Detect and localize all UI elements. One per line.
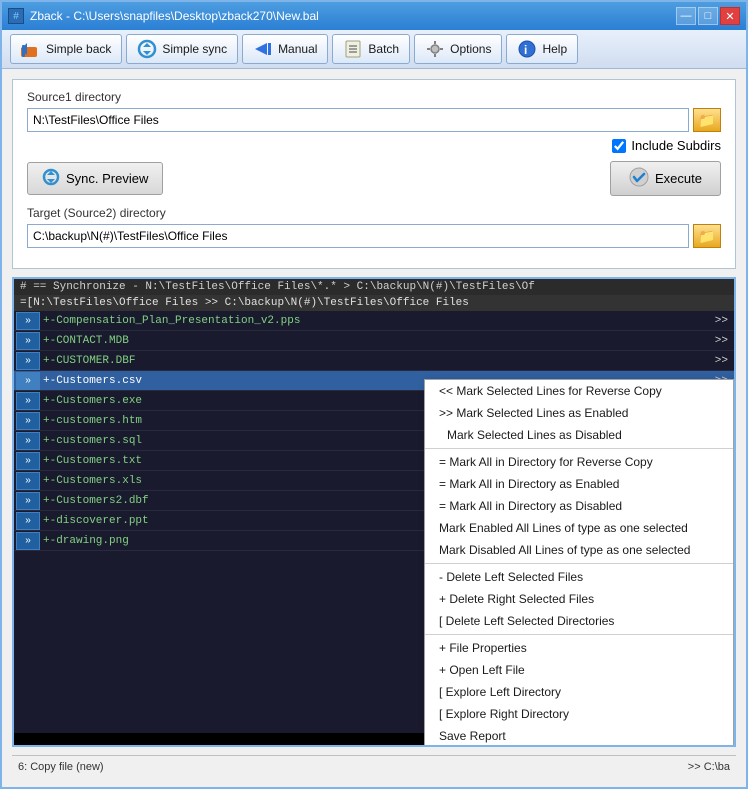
title-bar-left: # Zback - C:\Users\snapfiles\Desktop\zba… bbox=[8, 8, 319, 24]
close-button[interactable]: ✕ bbox=[720, 7, 740, 25]
main-content: Source1 directory 📁 Include Subdirs bbox=[2, 69, 746, 787]
help-icon: i bbox=[517, 39, 537, 59]
ctx-separator-1 bbox=[425, 448, 733, 449]
file-arrow: » bbox=[16, 332, 40, 350]
execute-icon bbox=[629, 167, 649, 190]
status-right: >> C:\ba bbox=[688, 761, 730, 773]
sync-preview-icon bbox=[42, 168, 60, 189]
ctx-save-report[interactable]: Save Report bbox=[425, 725, 733, 747]
file-row[interactable]: » +-CUSTOMER.DBF >> bbox=[14, 351, 734, 371]
ctx-mark-disabled-type[interactable]: Mark Disabled All Lines of type as one s… bbox=[425, 539, 733, 561]
source-input-row: 📁 bbox=[27, 108, 721, 132]
ctx-mark-all-reverse[interactable]: = Mark All in Directory for Reverse Copy bbox=[425, 451, 733, 473]
ctx-mark-disabled[interactable]: Mark Selected Lines as Disabled bbox=[425, 424, 733, 446]
file-name: +-Compensation_Plan_Presentation_v2.pps bbox=[43, 315, 715, 327]
sync-header-row: =[N:\TestFiles\Office Files >> C:\backup… bbox=[14, 295, 734, 311]
manual-icon bbox=[253, 39, 273, 59]
target-input[interactable] bbox=[27, 224, 689, 248]
file-arrow: » bbox=[16, 352, 40, 370]
simple-sync-button[interactable]: Simple sync bbox=[126, 34, 238, 64]
file-arrow: » bbox=[16, 312, 40, 330]
file-arrow: » bbox=[16, 432, 40, 450]
simple-sync-label: Simple sync bbox=[162, 42, 227, 56]
options-button[interactable]: Options bbox=[414, 34, 502, 64]
status-left: 6: Copy file (new) bbox=[18, 761, 104, 773]
svg-text:i: i bbox=[524, 43, 527, 57]
ctx-explore-right[interactable]: [ Explore Right Directory bbox=[425, 703, 733, 725]
minimize-button[interactable]: — bbox=[676, 7, 696, 25]
file-arrow: » bbox=[16, 392, 40, 410]
file-arrow: » bbox=[16, 492, 40, 510]
target-input-row: 📁 bbox=[27, 224, 721, 248]
file-arrow: » bbox=[16, 512, 40, 530]
batch-button[interactable]: Batch bbox=[332, 34, 410, 64]
simple-back-button[interactable]: Simple back bbox=[10, 34, 122, 64]
context-menu: << Mark Selected Lines for Reverse Copy … bbox=[424, 379, 734, 747]
action-row: Sync. Preview Execute bbox=[27, 161, 721, 196]
file-area: # == Synchronize - N:\TestFiles\Office F… bbox=[12, 277, 736, 747]
ctx-explore-left[interactable]: [ Explore Left Directory bbox=[425, 681, 733, 703]
main-window: # Zback - C:\Users\snapfiles\Desktop\zba… bbox=[0, 0, 748, 789]
simple-back-icon bbox=[21, 39, 41, 59]
sync-preview-button[interactable]: Sync. Preview bbox=[27, 162, 163, 195]
title-controls: — □ ✕ bbox=[676, 7, 740, 25]
ctx-mark-enabled[interactable]: >> Mark Selected Lines as Enabled bbox=[425, 402, 733, 424]
manual-label: Manual bbox=[278, 42, 317, 56]
include-subdirs-label: Include Subdirs bbox=[631, 138, 721, 153]
file-arrow: » bbox=[16, 452, 40, 470]
simple-back-label: Simple back bbox=[46, 42, 111, 56]
include-subdirs-row: Include Subdirs bbox=[27, 138, 721, 153]
ctx-delete-left-dirs[interactable]: [ Delete Left Selected Directories bbox=[425, 610, 733, 632]
folder-icon: 📁 bbox=[698, 112, 715, 129]
simple-sync-icon bbox=[137, 39, 157, 59]
ctx-delete-left[interactable]: - Delete Left Selected Files bbox=[425, 566, 733, 588]
file-row[interactable]: » +-Compensation_Plan_Presentation_v2.pp… bbox=[14, 311, 734, 331]
target-label: Target (Source2) directory bbox=[27, 206, 721, 220]
file-header: # == Synchronize - N:\TestFiles\Office F… bbox=[14, 279, 734, 295]
help-button[interactable]: i Help bbox=[506, 34, 578, 64]
ctx-file-properties[interactable]: + File Properties bbox=[425, 637, 733, 659]
execute-button[interactable]: Execute bbox=[610, 161, 721, 196]
ctx-separator-3 bbox=[425, 634, 733, 635]
options-icon bbox=[425, 39, 445, 59]
file-name: +-CONTACT.MDB bbox=[43, 335, 715, 347]
toolbar: Simple back Simple sync Manual bbox=[2, 30, 746, 69]
status-bar: 6: Copy file (new) >> C:\ba bbox=[12, 755, 736, 777]
manual-button[interactable]: Manual bbox=[242, 34, 328, 64]
ctx-delete-right[interactable]: + Delete Right Selected Files bbox=[425, 588, 733, 610]
ctx-mark-all-disabled[interactable]: = Mark All in Directory as Disabled bbox=[425, 495, 733, 517]
ctx-separator-2 bbox=[425, 563, 733, 564]
file-row[interactable]: » +-CONTACT.MDB >> bbox=[14, 331, 734, 351]
source-label: Source1 directory bbox=[27, 90, 721, 104]
target-folder-button[interactable]: 📁 bbox=[693, 224, 721, 248]
file-arrow: » bbox=[16, 472, 40, 490]
form-section: Source1 directory 📁 Include Subdirs bbox=[12, 79, 736, 269]
options-label: Options bbox=[450, 42, 491, 56]
include-subdirs-checkbox[interactable] bbox=[612, 139, 626, 153]
batch-icon bbox=[343, 39, 363, 59]
ctx-mark-enabled-type[interactable]: Mark Enabled All Lines of type as one se… bbox=[425, 517, 733, 539]
maximize-button[interactable]: □ bbox=[698, 7, 718, 25]
ctx-mark-all-enabled[interactable]: = Mark All in Directory as Enabled bbox=[425, 473, 733, 495]
help-label: Help bbox=[542, 42, 567, 56]
target-folder-icon: 📁 bbox=[698, 228, 715, 245]
ctx-open-left[interactable]: + Open Left File bbox=[425, 659, 733, 681]
sync-preview-label: Sync. Preview bbox=[66, 171, 148, 186]
source-folder-button[interactable]: 📁 bbox=[693, 108, 721, 132]
source-input[interactable] bbox=[27, 108, 689, 132]
window-title: Zback - C:\Users\snapfiles\Desktop\zback… bbox=[30, 9, 319, 23]
app-icon: # bbox=[8, 8, 24, 24]
batch-label: Batch bbox=[368, 42, 399, 56]
execute-label: Execute bbox=[655, 171, 702, 186]
file-arrow: » bbox=[16, 372, 40, 390]
file-name: +-CUSTOMER.DBF bbox=[43, 355, 715, 367]
file-arrow: » bbox=[16, 412, 40, 430]
title-bar: # Zback - C:\Users\snapfiles\Desktop\zba… bbox=[2, 2, 746, 30]
file-arrow: » bbox=[16, 532, 40, 550]
ctx-mark-reverse[interactable]: << Mark Selected Lines for Reverse Copy bbox=[425, 380, 733, 402]
